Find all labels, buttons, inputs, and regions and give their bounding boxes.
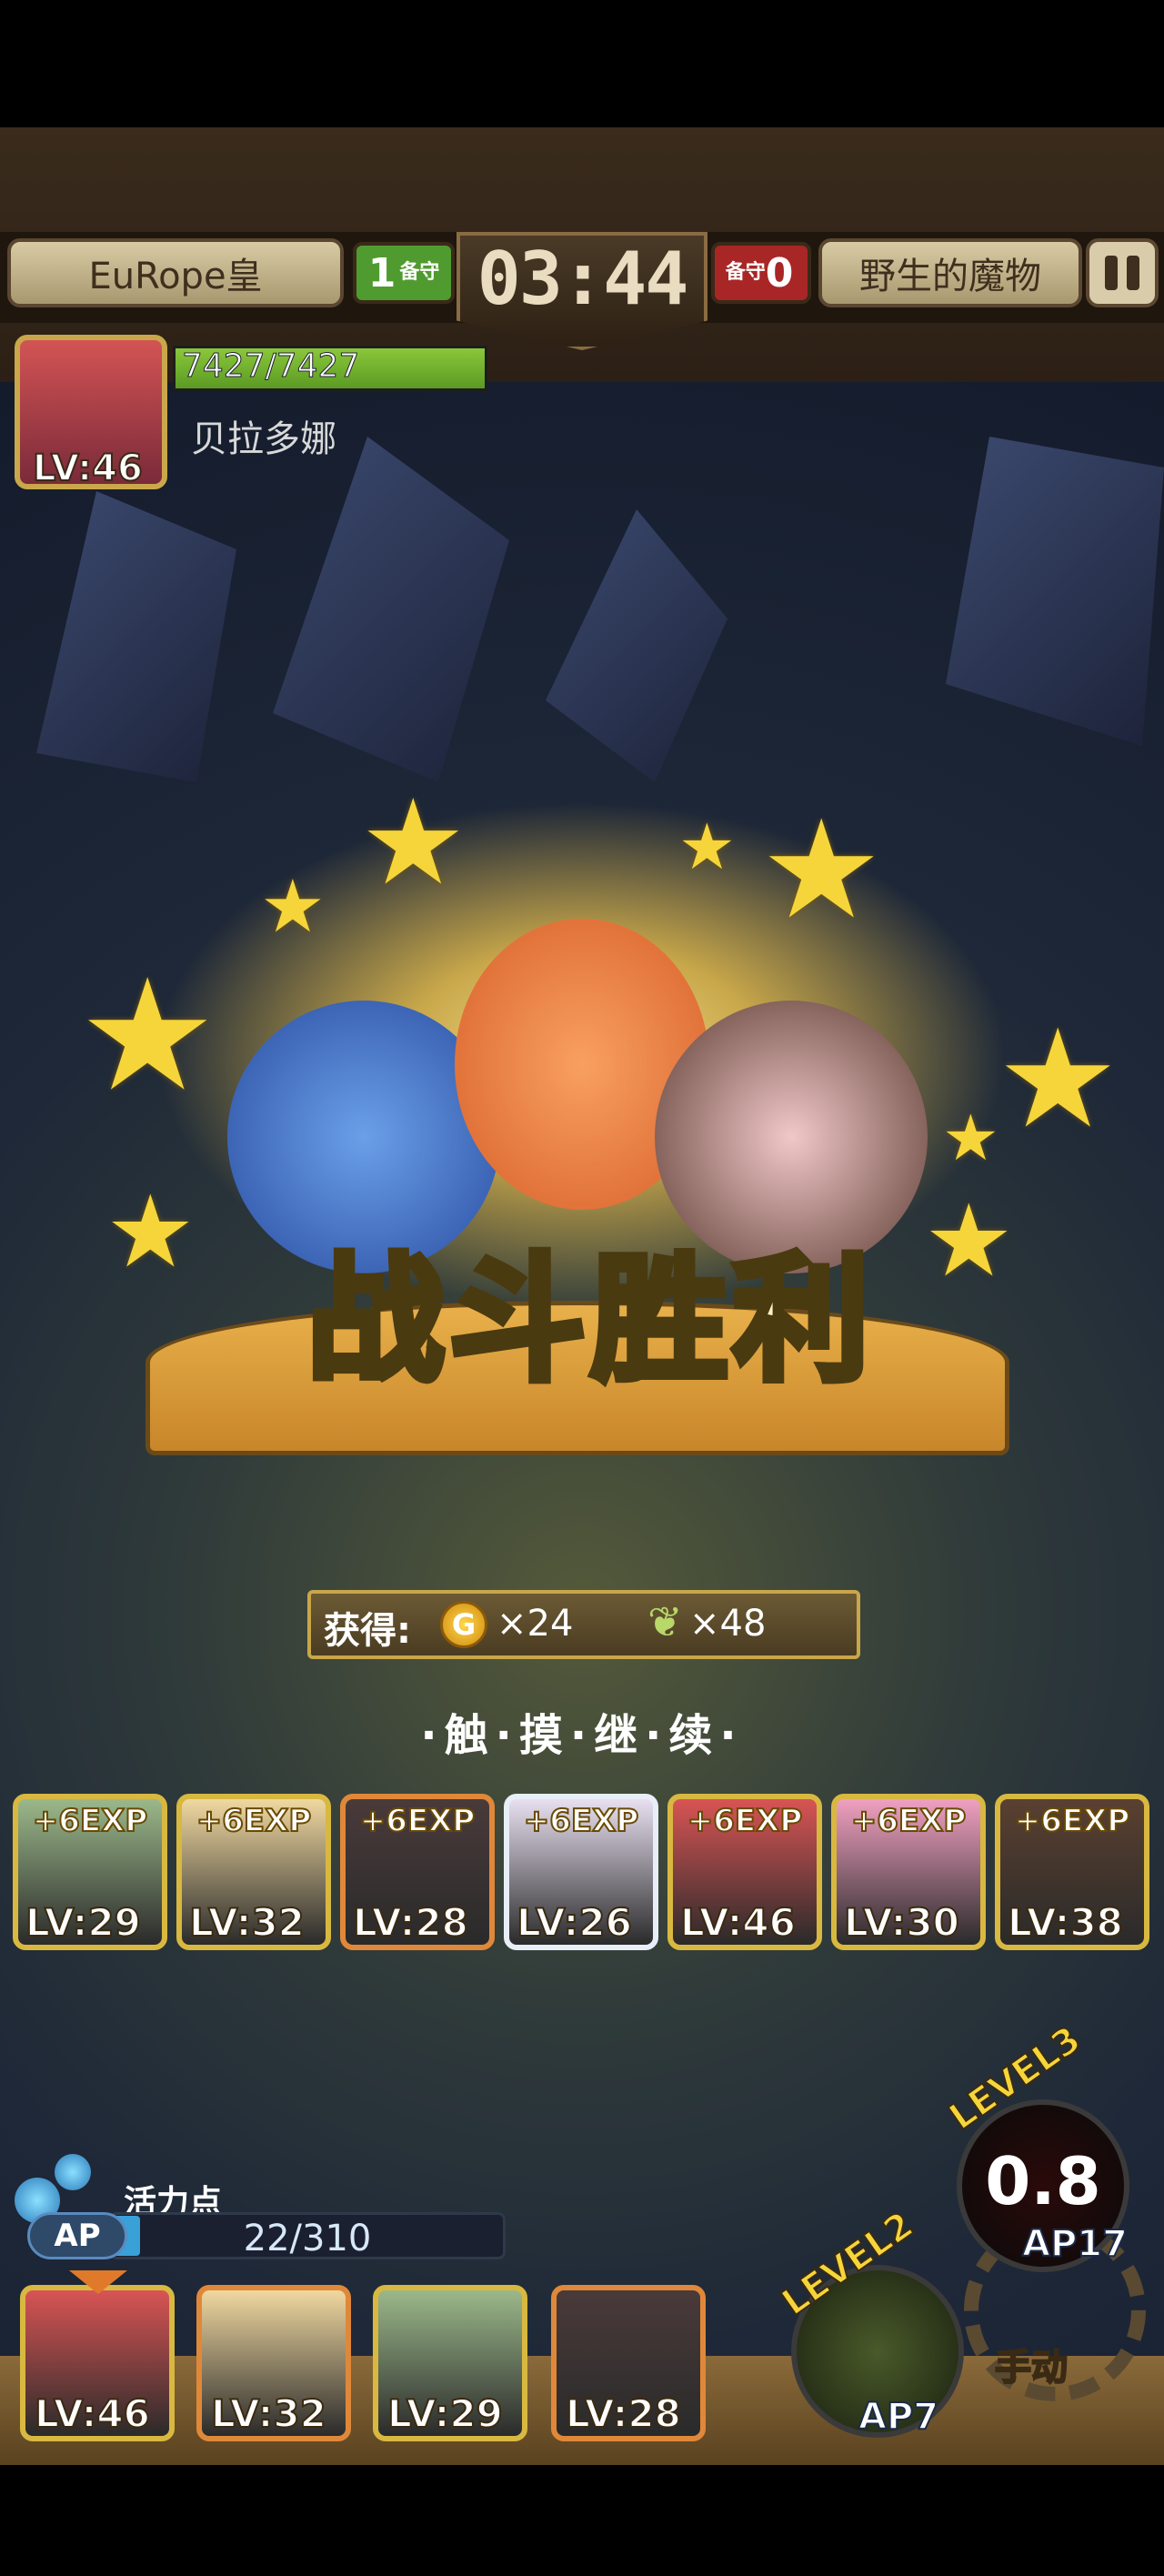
touch-to-continue[interactable]: ·触·摸·继·续· [346,1699,818,1763]
star-icon: ★ [942,1101,999,1175]
star-icon: ★ [760,791,883,950]
reward-label: 获得: [324,1610,411,1652]
exp-card: +6EXP LV:38 [995,1794,1149,1950]
gold-amount: ×24 [497,1603,574,1645]
exp-gain: +6EXP [850,1802,968,1840]
star-icon: ★ [260,864,326,949]
selected-arrow-icon [69,2270,127,2294]
exp-card: +6EXP LV:30 [831,1794,986,1950]
guard-right-count: 0 [765,249,794,297]
boss-level: LV:46 [32,447,144,490]
gold-coin-icon: G [440,1601,487,1648]
guard-right-badge: 备守 0 [711,242,811,304]
boss-hp-text: 7427/7427 [181,347,360,386]
party-member-level: LV:32 [210,2390,327,2436]
battle-timer: 03:44 [477,236,689,321]
exp-gain: +6EXP [687,1802,804,1840]
team-left-name: EuRope皇 [7,238,344,307]
exp-card: +6EXP LV:29 [13,1794,167,1950]
guard-right-label: 备守 [725,261,766,284]
star-icon: ★ [105,1173,196,1290]
party-member[interactable]: LV:46 [20,2285,175,2441]
party-member[interactable]: LV:29 [373,2285,527,2441]
star-icon: ★ [678,810,736,884]
skill-level3-cooldown: 0.8 [985,2143,1101,2219]
pause-button[interactable] [1086,238,1159,307]
party-member[interactable]: LV:32 [196,2285,351,2441]
exp-gain: +6EXP [1014,1802,1131,1840]
star-icon: ★ [360,773,467,911]
exp-card-level: LV:32 [188,1899,306,1945]
feather-icon: ❦ [647,1597,683,1646]
bottom-letterbox [0,2465,1164,2576]
star-icon: ★ [78,946,217,1126]
manual-mode-button[interactable]: 手动 [994,2338,1069,2390]
feather-amount: ×48 [689,1603,767,1645]
victory-title: 战斗胜利 [304,1238,875,1404]
pause-icon [1105,256,1118,290]
exp-card: +6EXP LV:26 [504,1794,658,1950]
exp-gain: +6EXP [523,1802,640,1840]
party-member-level: LV:29 [386,2390,504,2436]
exp-card: +6EXP LV:46 [667,1794,822,1950]
exp-card-level: LV:29 [25,1899,142,1945]
exp-card-level: LV:38 [1007,1899,1124,1945]
star-icon: ★ [997,1001,1119,1159]
skill-level2-ap: AP7 [858,2395,939,2439]
party-member-level: LV:46 [34,2390,151,2436]
boss-name: 贝拉多娜 [191,418,336,460]
ap-value: 22/310 [243,2218,372,2259]
guard-left-badge: 1 备守 [353,242,455,304]
guard-left-label: 备守 [399,261,440,284]
star-icon: ★ [924,1182,1014,1299]
party-member[interactable]: LV:28 [551,2285,706,2441]
ap-tag: AP [27,2212,127,2259]
exp-card: +6EXP LV:28 [340,1794,495,1950]
exp-card-level: LV:26 [516,1899,633,1945]
guard-left-count: 1 [367,249,396,297]
exp-card-level: LV:46 [679,1899,797,1945]
party-member-level: LV:28 [565,2390,682,2436]
skill-level3-ap: AP17 [1021,2222,1129,2266]
team-right-name: 野生的魔物 [818,238,1082,307]
exp-card: +6EXP LV:32 [176,1794,331,1950]
exp-gain: +6EXP [32,1802,149,1840]
exp-gain: +6EXP [359,1802,477,1840]
exp-gain: +6EXP [196,1802,313,1840]
exp-card-level: LV:28 [352,1899,469,1945]
pause-icon [1127,256,1139,290]
exp-card-level: LV:30 [843,1899,960,1945]
